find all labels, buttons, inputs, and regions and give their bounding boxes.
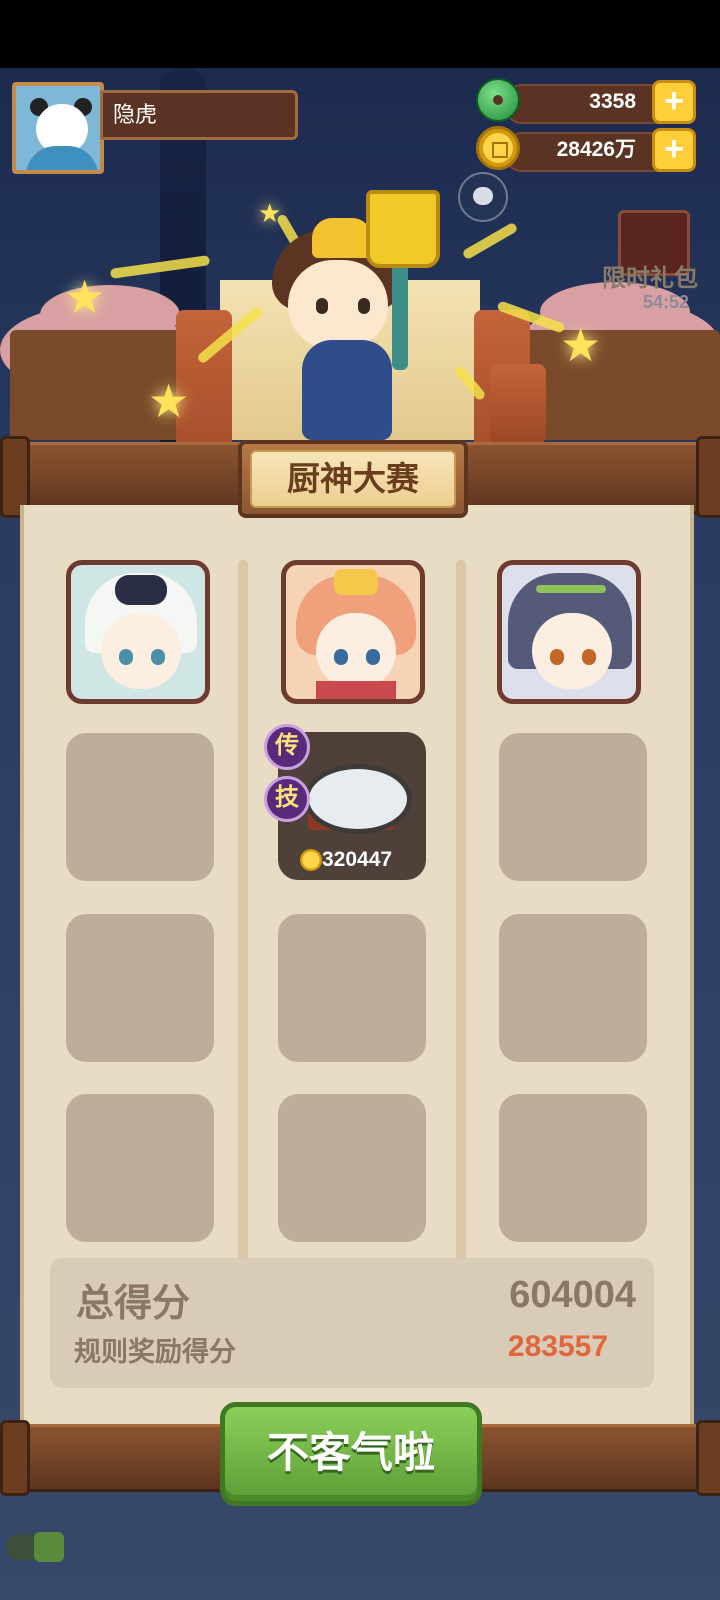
confirm-button[interactable]: 不客气啦 [220, 1402, 482, 1506]
contestant-portrait-2[interactable] [281, 560, 425, 704]
chat-icon[interactable] [458, 172, 508, 222]
add-jade-button[interactable]: + [652, 80, 696, 124]
add-coins-button[interactable]: + [652, 128, 696, 172]
chef-face [288, 260, 388, 350]
star-icon: ★ [148, 375, 190, 427]
beam-end [0, 1420, 30, 1496]
dish-slot-empty[interactable] [499, 914, 647, 1062]
contestant-face [532, 613, 612, 689]
column-divider [238, 560, 248, 1260]
chef-crown [312, 218, 372, 258]
beam-end [696, 1420, 720, 1496]
dish-slot-empty[interactable] [278, 1094, 426, 1242]
dish-slot-empty[interactable] [499, 1094, 647, 1242]
total-score-label: 总得分 [76, 1283, 191, 1325]
status-bar [0, 0, 720, 68]
contestant-eye [119, 649, 133, 665]
coin-amount: 28426万 [556, 138, 636, 161]
dish-slot-empty[interactable] [278, 914, 426, 1062]
shovel-handle [392, 260, 408, 370]
player-name: 隐虎 [100, 90, 298, 140]
chef-eye [358, 298, 370, 314]
total-score-value: 604004 [509, 1274, 636, 1316]
headband [536, 585, 606, 593]
legendary-badge: 传 [264, 724, 310, 770]
robe [316, 681, 396, 699]
chef-eye [316, 298, 328, 314]
toggle-knob [34, 1532, 64, 1562]
dumpling-plate-icon [304, 764, 412, 834]
dish-slot-empty[interactable] [66, 733, 214, 881]
player-avatar[interactable] [12, 82, 104, 174]
gift-pack-timer: 54:52 [642, 292, 690, 312]
dish-score: 320447 [322, 848, 393, 871]
limited-gift-pack[interactable]: 限时礼包 54:52 [596, 196, 704, 312]
bonus-score-label: 规则奖励得分 [74, 1337, 236, 1367]
jade-amount: 3358 [589, 90, 636, 113]
coin-icon [300, 849, 322, 871]
contestant-portrait-1[interactable] [66, 560, 210, 704]
contestant-eye [366, 649, 380, 665]
star-icon: ★ [560, 319, 602, 371]
beam-end [696, 436, 720, 518]
contestant-face [316, 613, 396, 689]
gift-pack-label: 限时礼包 [602, 265, 698, 292]
chef-body [302, 340, 392, 440]
event-title-badge: 厨神大赛 [238, 440, 468, 518]
contestant-portrait-3[interactable] [497, 560, 641, 704]
jade-icon [476, 78, 520, 122]
jade-currency: 3358 + [476, 78, 696, 124]
panda-cloak [26, 146, 98, 170]
contestant-eye [334, 649, 348, 665]
chef-character [262, 190, 442, 440]
hood [115, 575, 167, 605]
dish-slot-empty[interactable] [66, 1094, 214, 1242]
contestant-eye [582, 649, 596, 665]
score-summary: 总得分 604004 规则奖励得分 283557 [50, 1258, 654, 1388]
contestant-eye [151, 649, 165, 665]
coin-icon [476, 126, 520, 170]
dish-slot-empty[interactable] [499, 733, 647, 881]
bonus-score-value: 283557 [507, 1330, 608, 1363]
fence-right [520, 330, 720, 440]
star-icon: ★ [64, 271, 106, 323]
golden-shovel [366, 190, 440, 268]
toggle-switch[interactable] [6, 1532, 64, 1562]
contestant-eye [550, 649, 564, 665]
skill-badge: 技 [264, 776, 310, 822]
column-divider [456, 560, 466, 1260]
coin-currency: 28426万 + [476, 126, 696, 172]
event-title: 厨神大赛 [250, 450, 456, 508]
dish-slot-empty[interactable] [66, 914, 214, 1062]
pillar-right [490, 364, 546, 444]
contestant-face [101, 613, 181, 689]
headdress [334, 569, 378, 595]
